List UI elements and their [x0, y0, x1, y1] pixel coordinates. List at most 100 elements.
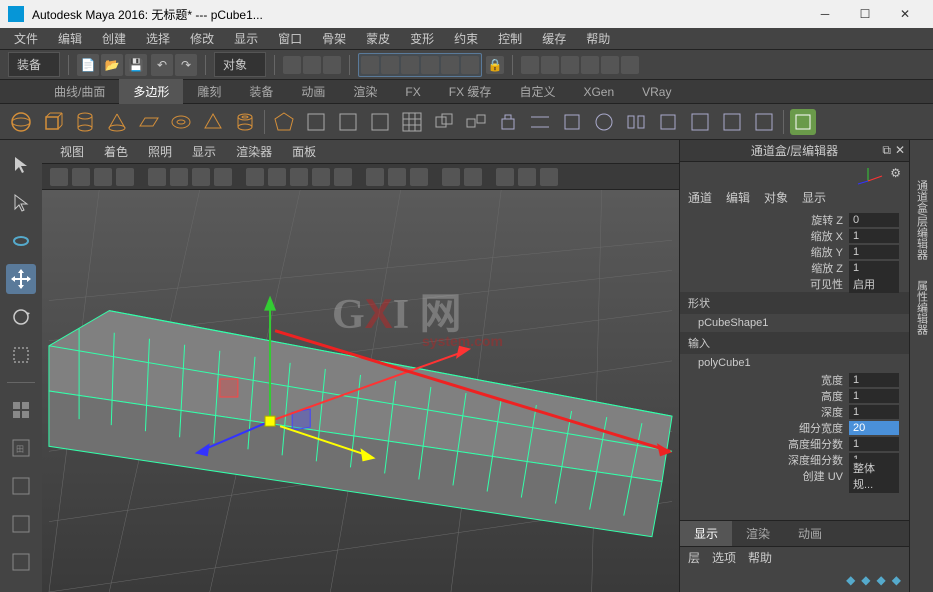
lighting-menu[interactable]: 照明	[138, 141, 182, 162]
shelf-tab-fx[interactable]: FX	[391, 81, 434, 103]
poly-svg-icon[interactable]	[335, 109, 361, 135]
workspace-dropdown[interactable]: 装备	[8, 52, 60, 77]
grid-toggle-icon[interactable]	[148, 168, 166, 186]
snap-plane-icon[interactable]	[421, 56, 439, 74]
shading-menu[interactable]: 着色	[94, 141, 138, 162]
target-weld-icon[interactable]	[719, 109, 745, 135]
select-camera-icon[interactable]	[50, 168, 68, 186]
undo-icon[interactable]: ↶	[151, 54, 173, 76]
layout-four-icon[interactable]	[6, 471, 36, 501]
vp-icon-3[interactable]	[540, 168, 558, 186]
gate-mask-icon[interactable]	[214, 168, 232, 186]
select-by-hierarchy-icon[interactable]	[283, 56, 301, 74]
move-tool[interactable]	[6, 264, 36, 294]
selection-mode-dropdown[interactable]: 对象	[214, 52, 266, 77]
lasso-tool[interactable]	[6, 188, 36, 218]
last-tool[interactable]	[6, 395, 36, 425]
rotate-tool[interactable]	[6, 302, 36, 332]
smooth-shade-icon[interactable]	[268, 168, 286, 186]
viewport[interactable]: GXI 网system.com	[42, 190, 679, 592]
scale-tool[interactable]	[6, 340, 36, 370]
ipr-render-icon[interactable]	[541, 56, 559, 74]
panel-close-icon[interactable]: ✕	[895, 143, 905, 158]
use-lights-icon[interactable]	[312, 168, 330, 186]
platonic-icon[interactable]	[271, 109, 297, 135]
menu-window[interactable]: 窗口	[268, 28, 312, 49]
minimize-button[interactable]: ─	[805, 0, 845, 28]
channels-menu[interactable]: 通道	[688, 189, 712, 206]
bookmark-icon[interactable]	[94, 168, 112, 186]
new-scene-icon[interactable]: 📄	[77, 54, 99, 76]
menu-edit[interactable]: 编辑	[48, 28, 92, 49]
select-tool[interactable]	[6, 150, 36, 180]
input-name[interactable]: polyCube1	[680, 354, 909, 372]
shelf-tab-curves[interactable]: 曲线/曲面	[40, 79, 119, 104]
shelf-tab-sculpt[interactable]: 雕刻	[183, 79, 235, 104]
object-menu[interactable]: 对象	[764, 189, 788, 206]
select-by-object-icon[interactable]	[303, 56, 321, 74]
poly-helix-icon[interactable]	[367, 109, 393, 135]
menu-constrain[interactable]: 约束	[444, 28, 488, 49]
textured-icon[interactable]	[290, 168, 308, 186]
layer-new-icon[interactable]: ◆	[846, 573, 855, 587]
quad-draw-icon[interactable]	[655, 109, 681, 135]
xray-icon[interactable]	[388, 168, 406, 186]
gamma-icon[interactable]	[464, 168, 482, 186]
maximize-button[interactable]: ☐	[845, 0, 885, 28]
hypergraph-icon[interactable]	[581, 56, 599, 74]
poly-cube-icon[interactable]	[40, 109, 66, 135]
make-live-icon[interactable]: 🔒	[486, 56, 504, 74]
tab-anim[interactable]: 动画	[784, 521, 836, 546]
panel-undock-icon[interactable]: ⧉	[882, 143, 891, 158]
combine-icon[interactable]	[431, 109, 457, 135]
bridge-icon[interactable]	[527, 109, 553, 135]
shelf-tab-custom[interactable]: 自定义	[505, 79, 569, 104]
tab-render[interactable]: 渲染	[732, 521, 784, 546]
shelf-tab-rendering[interactable]: 渲染	[339, 79, 391, 104]
redo-icon[interactable]: ↷	[175, 54, 197, 76]
menu-skeleton[interactable]: 骨架	[312, 28, 356, 49]
vtab-channelbox[interactable]: 通道盒/层编辑器	[912, 170, 932, 270]
grid-icon[interactable]	[399, 109, 425, 135]
layer-add-icon[interactable]: ◆	[861, 573, 870, 587]
multi-cut-icon[interactable]	[687, 109, 713, 135]
poly-type-icon[interactable]	[303, 109, 329, 135]
poly-plane-icon[interactable]	[136, 109, 162, 135]
layout-single-icon[interactable]: 田	[6, 433, 36, 463]
extrude-icon[interactable]	[495, 109, 521, 135]
panels-menu[interactable]: 面板	[282, 141, 326, 162]
wireframe-icon[interactable]	[246, 168, 264, 186]
view-menu[interactable]: 视图	[50, 141, 94, 162]
image-plane-icon[interactable]	[116, 168, 134, 186]
outliner-icon[interactable]	[601, 56, 619, 74]
poly-sphere-icon[interactable]	[8, 109, 34, 135]
menu-deform[interactable]: 变形	[400, 28, 444, 49]
menu-cache[interactable]: 缓存	[532, 28, 576, 49]
poly-pyramid-icon[interactable]	[200, 109, 226, 135]
mirror-icon[interactable]	[623, 109, 649, 135]
select-by-component-icon[interactable]	[323, 56, 341, 74]
poly-pipe-icon[interactable]	[232, 109, 258, 135]
render-icon[interactable]	[521, 56, 539, 74]
shelf-tab-animation[interactable]: 动画	[287, 79, 339, 104]
smooth-icon[interactable]	[591, 109, 617, 135]
show-menu[interactable]: 显示	[802, 189, 826, 206]
paint-select-tool[interactable]	[6, 226, 36, 256]
shelf-tab-vray[interactable]: VRay	[628, 81, 685, 103]
sculpt-icon[interactable]	[790, 109, 816, 135]
menu-file[interactable]: 文件	[4, 28, 48, 49]
vp-icon-1[interactable]	[496, 168, 514, 186]
poly-torus-icon[interactable]	[168, 109, 194, 135]
shape-name[interactable]: pCubeShape1	[680, 314, 909, 332]
separate-icon[interactable]	[463, 109, 489, 135]
snap-curve-icon[interactable]	[381, 56, 399, 74]
shelf-tab-xgen[interactable]: XGen	[569, 81, 628, 103]
snap-grid-icon[interactable]	[361, 56, 379, 74]
edit-menu[interactable]: 编辑	[726, 189, 750, 206]
snap-live-icon[interactable]	[441, 56, 459, 74]
options-menu[interactable]: 选项	[712, 549, 736, 566]
poly-cylinder-icon[interactable]	[72, 109, 98, 135]
isolate-icon[interactable]	[366, 168, 384, 186]
vtab-attribute-editor[interactable]: 属性编辑器	[912, 270, 932, 345]
layout-icon-2[interactable]	[6, 547, 36, 577]
